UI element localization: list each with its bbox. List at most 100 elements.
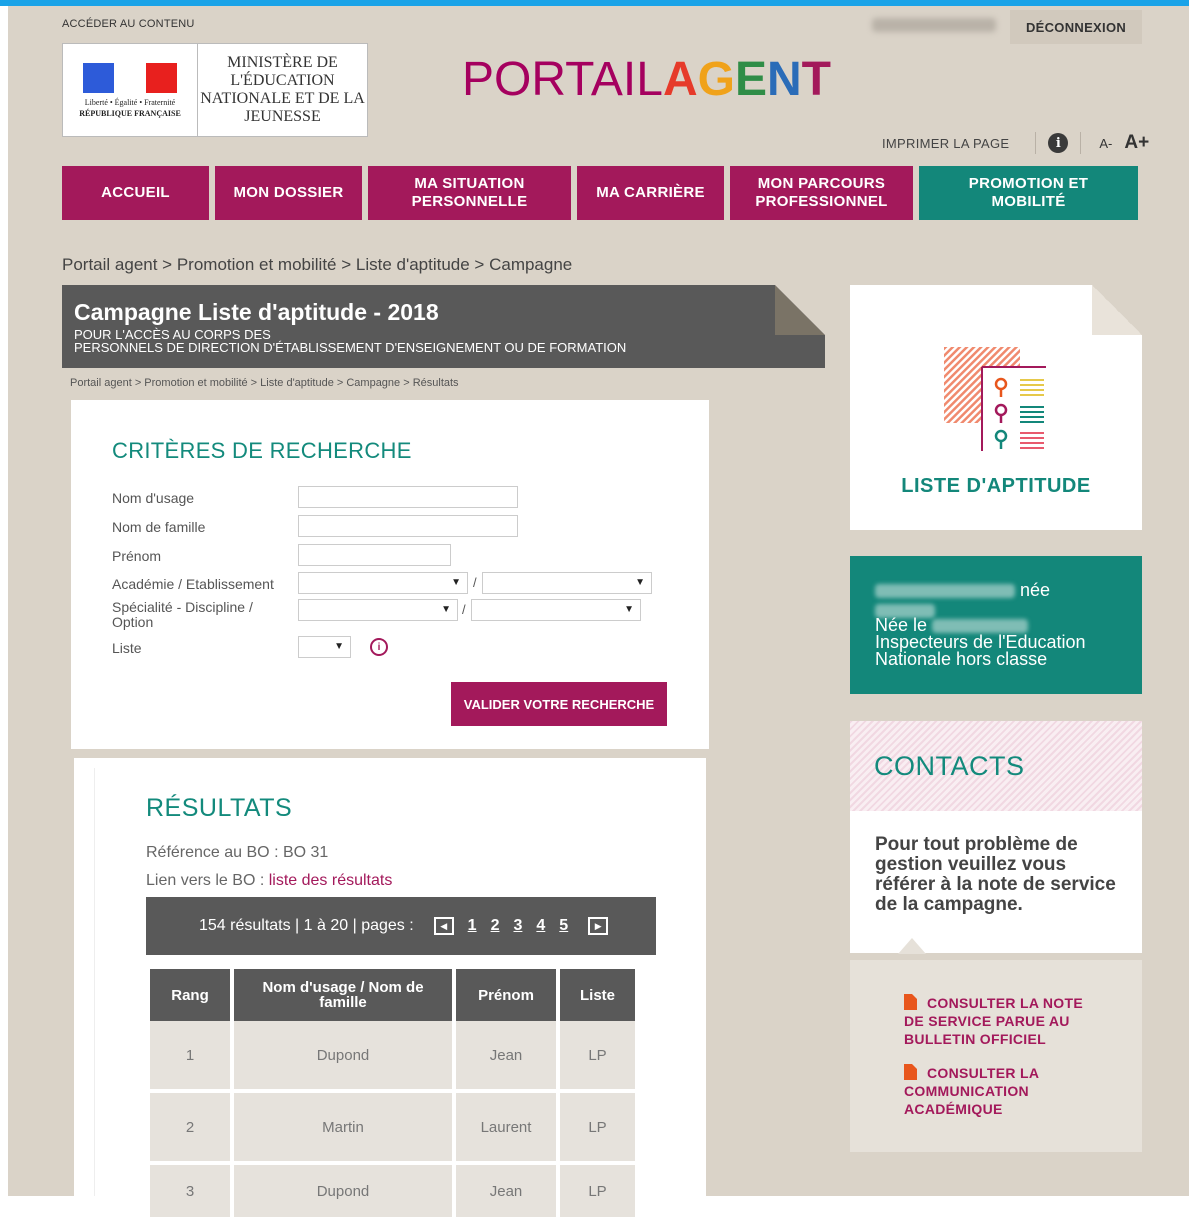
chevron-down-icon: ▼ — [441, 604, 451, 615]
cell-rang: 2 — [150, 1093, 230, 1165]
print-page-link[interactable]: IMPRIMER LA PAGE — [882, 136, 1009, 151]
contacts-pointer — [898, 938, 926, 954]
etablissement-select[interactable]: ▼ — [482, 572, 652, 594]
cell-rang: 3 — [150, 1165, 230, 1221]
campaign-title: Campagne Liste d'aptitude - 2018 — [74, 299, 439, 325]
academie-select[interactable]: ▼ — [298, 572, 468, 594]
campaign-banner: Campagne Liste d'aptitude - 2018 POUR L'… — [62, 285, 825, 368]
contacts-heading: CONTACTS — [874, 751, 1025, 781]
submit-search-button[interactable]: VALIDER VOTRE RECHERCHE — [451, 682, 667, 726]
tools-divider — [1035, 132, 1037, 154]
page-link[interactable]: 1 — [468, 917, 477, 935]
liste-aptitude-label: LISTE D'APTITUDE — [901, 475, 1091, 497]
column-liste[interactable]: Liste — [560, 969, 635, 1021]
table-row[interactable]: 1 Dupond Jean LP — [150, 1021, 635, 1093]
previous-page-icon[interactable]: ◀ — [433, 917, 454, 935]
page-link[interactable]: 3 — [513, 917, 522, 935]
liste-info-icon[interactable]: i — [370, 638, 388, 656]
specialite-label: Spécialité - Discipline / Option — [112, 599, 253, 630]
info-icon[interactable]: i — [1048, 133, 1069, 153]
profile-grade: Inspecteurs de l'Education Nationale hor… — [875, 633, 1086, 668]
nom-usage-input[interactable] — [298, 486, 518, 508]
nav-accueil[interactable]: ACCUEIL — [62, 166, 209, 220]
portal-title-letter: E — [734, 53, 767, 106]
cell-rang: 1 — [150, 1021, 230, 1093]
liste-aptitude-icon — [944, 347, 1046, 451]
font-increase-button[interactable]: A+ — [1124, 132, 1149, 154]
breadcrumb[interactable]: Portail agent > Promotion et mobilité > … — [62, 255, 572, 275]
logout-button[interactable]: DÉCONNEXION — [1010, 10, 1142, 44]
field-separator: / — [462, 602, 466, 617]
ministry-logo[interactable]: Liberté • Égalité • Fraternité RÉPUBLIQU… — [62, 43, 368, 137]
communication-academique-link[interactable]: CONSULTER LA COMMUNICATION ACADÉMIQUE — [904, 1064, 1054, 1118]
chevron-down-icon: ▼ — [635, 577, 645, 588]
main-navigation: ACCUEIL MON DOSSIER MA SITUATION PERSONN… — [62, 166, 1138, 220]
note-service-link-text: CONSULTER LA NOTE DE SERVICE PARUE AU BU… — [904, 995, 1083, 1047]
prenom-label: Prénom — [112, 548, 162, 564]
portal-title-part2: AGENT — [663, 53, 831, 106]
chevron-down-icon: ▼ — [334, 641, 344, 652]
redacted-name — [875, 584, 1015, 599]
nav-mon-dossier[interactable]: MON DOSSIER — [215, 166, 362, 220]
republic-motto: Liberté • Égalité • Fraternité — [84, 97, 176, 107]
skip-to-content-link[interactable]: ACCÉDER AU CONTENU — [62, 18, 195, 30]
contacts-card: CONTACTS Pour tout problème de gestion v… — [850, 721, 1142, 954]
banner-folded-corner-shade — [775, 285, 825, 335]
nom-famille-label: Nom de famille — [112, 519, 206, 535]
communication-link-text: CONSULTER LA COMMUNICATION ACADÉMIQUE — [904, 1065, 1039, 1117]
campaign-subtitle: POUR L'ACCÈS AU CORPS DES PERSONNELS DE … — [74, 328, 626, 354]
column-prenom[interactable]: Prénom — [456, 969, 556, 1021]
page-link[interactable]: 4 — [536, 917, 545, 935]
document-icon — [904, 1064, 917, 1080]
note-service-link[interactable]: CONSULTER LA NOTE DE SERVICE PARUE AU BU… — [904, 994, 1084, 1048]
page-link[interactable]: 5 — [559, 917, 568, 935]
discipline-select[interactable]: ▼ — [471, 599, 641, 621]
academie-label: Académie / Etablissement — [112, 576, 274, 592]
results-panel: RÉSULTATS Référence au BO : BO 31 Lien v… — [74, 758, 706, 1221]
bo-reference-label: Référence au BO : — [146, 844, 283, 861]
cell-prenom: Laurent — [456, 1093, 556, 1165]
cell-liste: LP — [560, 1021, 635, 1093]
font-decrease-button[interactable]: A- — [1099, 136, 1112, 151]
portal-title-letter: G — [697, 53, 735, 106]
card-folded-corner — [1092, 285, 1142, 335]
page-tools: IMPRIMER LA PAGE i A- A+ — [882, 130, 1155, 156]
contacts-text: Pour tout problème de gestion veuillez v… — [875, 834, 1116, 915]
profile-name-line: née — [875, 580, 1050, 601]
nom-famille-input[interactable] — [298, 515, 518, 537]
liste-label: Liste — [112, 640, 142, 656]
portal-title-letter: A — [662, 53, 698, 106]
document-icon — [904, 994, 917, 1010]
table-row[interactable]: 3 Dupond Jean LP — [150, 1165, 635, 1221]
bo-reference: Référence au BO : BO 31 — [146, 844, 328, 862]
liste-select[interactable]: ▼ — [298, 636, 351, 658]
cell-liste: LP — [560, 1165, 635, 1221]
prenom-input[interactable] — [298, 544, 451, 566]
cell-liste: LP — [560, 1093, 635, 1165]
agent-profile-card: née Née le Inspecteurs de l'Education Na… — [850, 556, 1142, 694]
next-page-icon[interactable]: ▶ — [588, 917, 609, 935]
cell-prenom: Jean — [456, 1165, 556, 1221]
table-row[interactable]: 2 Martin Laurent LP — [150, 1093, 635, 1165]
tools-divider — [1080, 132, 1082, 154]
portal-title-letter: N — [766, 53, 802, 106]
results-count: 154 résultats | 1 à 20 | pages : — [199, 917, 414, 934]
chevron-down-icon: ▼ — [624, 604, 634, 615]
portal-title[interactable]: PORTAILAGENT — [462, 52, 831, 107]
liste-aptitude-card[interactable]: LISTE D'APTITUDE — [850, 285, 1142, 530]
results-breadcrumb[interactable]: Portail agent > Promotion et mobilité > … — [70, 377, 459, 389]
column-rang[interactable]: Rang — [150, 969, 230, 1021]
bo-results-link[interactable]: liste des résultats — [269, 872, 393, 889]
nom-usage-label: Nom d'usage — [112, 490, 195, 506]
cell-nom: Dupond — [234, 1165, 452, 1221]
nav-mon-parcours-professionnel[interactable]: MON PARCOURS PROFESSIONNEL — [730, 166, 913, 220]
nav-ma-carriere[interactable]: MA CARRIÈRE — [577, 166, 724, 220]
column-nom[interactable]: Nom d'usage / Nom de famille — [234, 969, 452, 1021]
nav-ma-situation-personnelle[interactable]: MA SITUATION PERSONNELLE — [368, 166, 571, 220]
page-link[interactable]: 2 — [491, 917, 500, 935]
nav-promotion-et-mobilite[interactable]: PROMOTION ET MOBILITÉ — [919, 166, 1138, 220]
specialite-select[interactable]: ▼ — [298, 599, 458, 621]
cell-prenom: Jean — [456, 1021, 556, 1093]
french-flag-icon — [83, 62, 177, 93]
pagination-bar: 154 résultats | 1 à 20 | pages : ◀ 1 2 3… — [146, 897, 656, 955]
